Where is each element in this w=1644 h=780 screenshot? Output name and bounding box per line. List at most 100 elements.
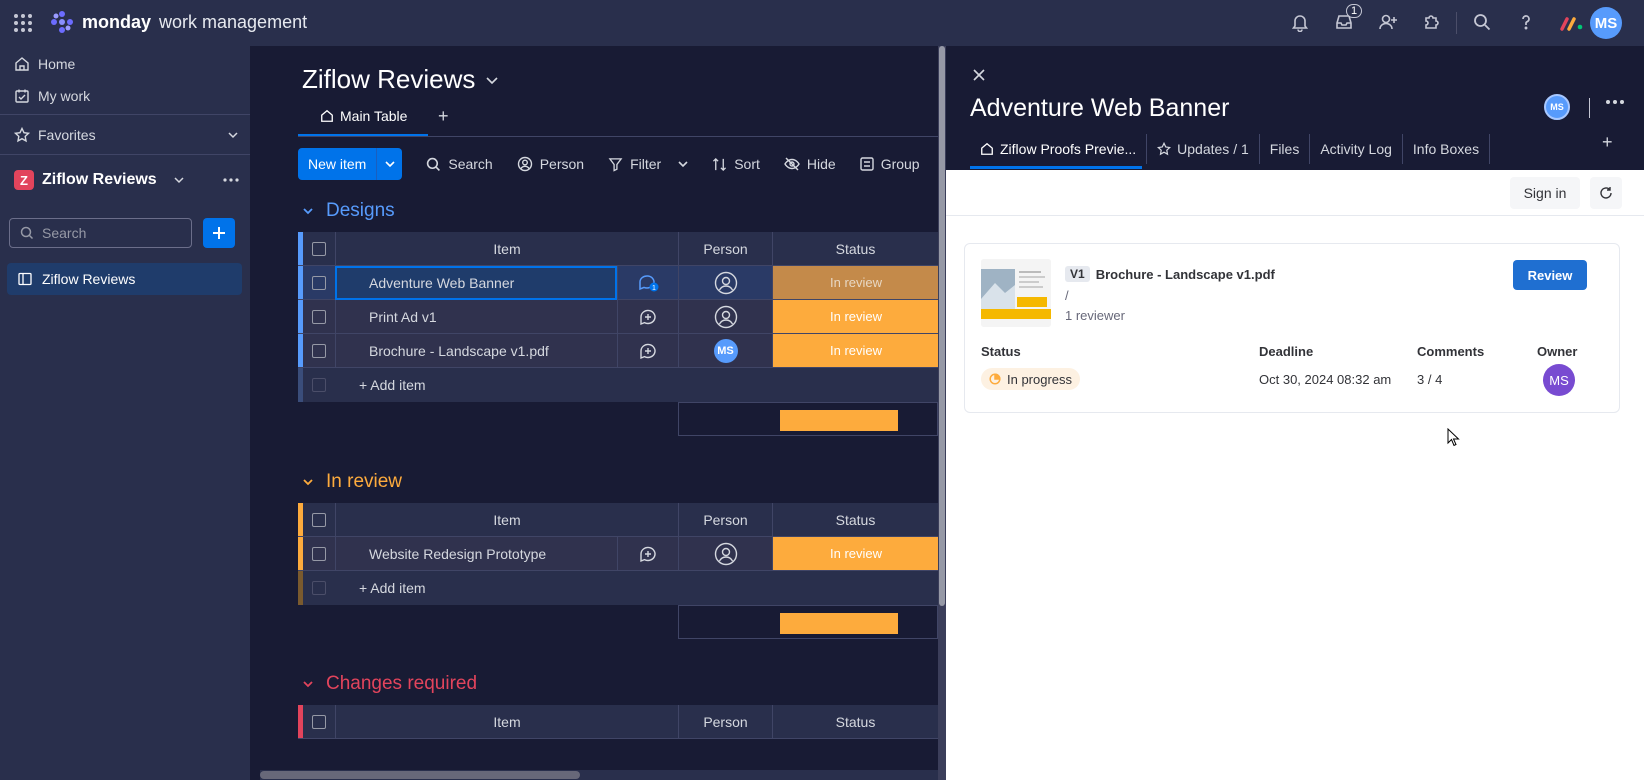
- add-item-label[interactable]: + Add item: [359, 580, 426, 596]
- group-header-changes-required[interactable]: Changes required: [302, 673, 477, 695]
- close-icon[interactable]: [972, 68, 986, 82]
- column-header-status[interactable]: Status: [772, 705, 938, 739]
- column-header-item[interactable]: Item: [335, 232, 678, 266]
- row-checkbox[interactable]: [312, 344, 326, 358]
- status-label: Status: [981, 344, 1021, 359]
- table-header-row: Item Person Status: [298, 503, 938, 537]
- search-button[interactable]: Search: [426, 156, 493, 172]
- select-all-checkbox[interactable]: [312, 242, 326, 256]
- table-row[interactable]: Adventure Web Banner 1 In review: [298, 266, 938, 300]
- person-avatar: MS: [713, 339, 738, 363]
- board-vertical-scrollbar[interactable]: [938, 46, 946, 780]
- bell-icon[interactable]: [1290, 12, 1312, 34]
- add-item-label[interactable]: + Add item: [359, 377, 426, 393]
- item-name-cell[interactable]: Website Redesign Prototype: [335, 537, 617, 571]
- person-cell[interactable]: MS: [678, 334, 772, 368]
- group-header-in-review[interactable]: In review: [302, 471, 402, 493]
- sidebar-item-home[interactable]: Home: [14, 56, 75, 72]
- app-logo[interactable]: monday work management: [50, 10, 307, 34]
- integrations-puzzle-icon[interactable]: [1422, 12, 1444, 34]
- column-header-person[interactable]: Person: [678, 705, 772, 739]
- tab-label: Main Table: [340, 108, 408, 124]
- column-header-person[interactable]: Person: [678, 503, 772, 537]
- panel-title[interactable]: Adventure Web Banner: [970, 94, 1229, 123]
- row-checkbox[interactable]: [312, 310, 326, 324]
- proof-file-name: Brochure - Landscape v1.pdf: [1095, 266, 1275, 282]
- sidebar-item-ziflow-reviews[interactable]: Ziflow Reviews: [7, 263, 242, 295]
- sign-in-button[interactable]: Sign in: [1510, 177, 1580, 209]
- new-item-dropdown[interactable]: [376, 148, 402, 180]
- scrollbar-thumb[interactable]: [939, 46, 945, 606]
- horizontal-scrollbar[interactable]: [260, 770, 938, 780]
- updates-cell[interactable]: [617, 334, 678, 368]
- group-color-bar: [298, 537, 303, 570]
- chevron-down-icon: [228, 132, 238, 139]
- column-header-person[interactable]: Person: [678, 232, 772, 266]
- tab-files[interactable]: Files: [1260, 134, 1311, 164]
- status-cell[interactable]: In review: [772, 537, 938, 571]
- column-header-status[interactable]: Status: [772, 503, 938, 537]
- proof-name[interactable]: V1 Brochure - Landscape v1.pdf: [1065, 266, 1275, 282]
- status-cell[interactable]: In review: [772, 266, 938, 300]
- proof-thumbnail[interactable]: [981, 259, 1051, 327]
- person-filter-button[interactable]: Person: [517, 156, 584, 172]
- tab-updates[interactable]: Updates / 1: [1147, 134, 1260, 164]
- tab-main-table[interactable]: Main Table: [320, 108, 407, 124]
- column-header-item[interactable]: Item: [335, 503, 678, 537]
- sidebar-item-my-work[interactable]: My work: [14, 88, 90, 104]
- add-item-row[interactable]: + Add item: [298, 368, 938, 402]
- status-cell[interactable]: In review: [772, 334, 938, 368]
- item-name-cell[interactable]: Brochure - Landscape v1.pdf: [335, 334, 617, 368]
- user-avatar[interactable]: MS: [1590, 7, 1622, 39]
- tab-ziflow-proofs[interactable]: Ziflow Proofs Previe...: [970, 134, 1148, 164]
- group-header-designs[interactable]: Designs: [302, 200, 395, 222]
- status-cell[interactable]: In review: [772, 300, 938, 334]
- help-icon[interactable]: [1516, 12, 1538, 34]
- review-button[interactable]: Review: [1513, 260, 1587, 290]
- more-options-icon[interactable]: [223, 178, 239, 182]
- monday-logo-icon: [51, 11, 73, 33]
- hide-button[interactable]: Hide: [784, 156, 836, 172]
- workspace-selector[interactable]: Z Ziflow Reviews: [14, 170, 239, 190]
- row-checkbox[interactable]: [312, 276, 326, 290]
- refresh-button[interactable]: [1590, 177, 1622, 209]
- item-name-cell[interactable]: Adventure Web Banner: [335, 266, 617, 300]
- select-all-checkbox[interactable]: [312, 715, 326, 729]
- updates-cell[interactable]: 1: [617, 266, 678, 300]
- inbox-icon[interactable]: 1: [1334, 4, 1363, 34]
- apps-grid-icon[interactable]: [14, 14, 32, 32]
- invite-user-icon[interactable]: [1378, 12, 1400, 34]
- group-by-button[interactable]: Group: [859, 156, 920, 172]
- person-cell[interactable]: [678, 266, 772, 300]
- search-icon[interactable]: [1472, 12, 1494, 34]
- table-row[interactable]: Website Redesign Prototype In review: [298, 537, 938, 571]
- table-row[interactable]: Print Ad v1 In review: [298, 300, 938, 334]
- scrollbar-thumb[interactable]: [260, 771, 580, 779]
- add-board-button[interactable]: [203, 218, 235, 248]
- new-item-button[interactable]: New item: [298, 148, 403, 180]
- sidebar-item-favorites[interactable]: Favorites: [14, 127, 239, 143]
- column-header-status[interactable]: Status: [772, 232, 938, 266]
- more-options-icon[interactable]: [1606, 100, 1624, 104]
- updates-cell[interactable]: [617, 300, 678, 334]
- row-checkbox[interactable]: [312, 547, 326, 561]
- add-view-button[interactable]: +: [438, 106, 449, 127]
- table-row[interactable]: Brochure - Landscape v1.pdf MS In review: [298, 334, 938, 368]
- add-item-row[interactable]: + Add item: [298, 571, 938, 605]
- board-title[interactable]: Ziflow Reviews: [302, 64, 499, 95]
- proof-card[interactable]: V1 Brochure - Landscape v1.pdf / 1 revie…: [964, 243, 1620, 413]
- sort-button[interactable]: Sort: [712, 156, 760, 172]
- select-all-checkbox[interactable]: [312, 513, 326, 527]
- updates-cell[interactable]: [617, 537, 678, 571]
- subscribers-avatar[interactable]: MS: [1544, 94, 1570, 120]
- tab-activity-log[interactable]: Activity Log: [1310, 134, 1403, 164]
- column-header-item[interactable]: Item: [335, 705, 678, 739]
- filter-button[interactable]: Filter: [608, 156, 688, 172]
- person-cell[interactable]: [678, 537, 772, 571]
- item-name-cell[interactable]: Print Ad v1: [335, 300, 617, 334]
- version-badge: V1: [1065, 266, 1090, 282]
- sidebar-search-input[interactable]: Search: [9, 218, 192, 248]
- tab-info-boxes[interactable]: Info Boxes: [1403, 134, 1491, 164]
- person-cell[interactable]: [678, 300, 772, 334]
- add-tab-button[interactable]: +: [1602, 132, 1613, 153]
